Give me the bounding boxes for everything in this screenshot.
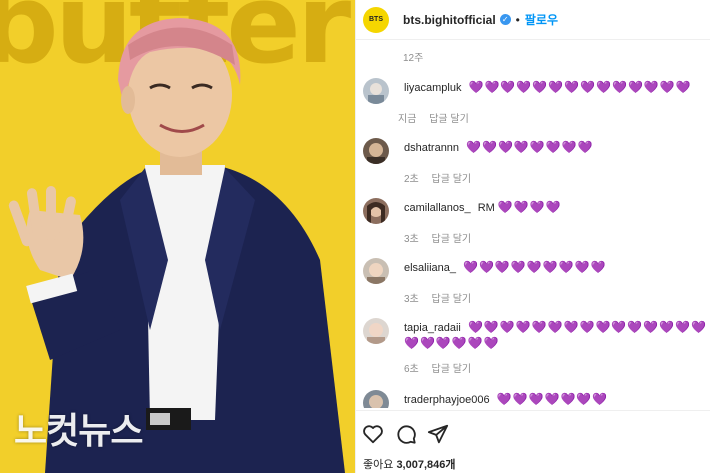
comment-meta: 3초 답글 달기 [404, 290, 481, 305]
comment-username[interactable]: elsaliiana_ [404, 262, 456, 274]
comment-username[interactable]: liyacampluk [404, 82, 461, 94]
profile-avatar[interactable]: BTS [363, 6, 389, 33]
verified-badge-icon: ✓ [499, 14, 511, 25]
avatar[interactable] [363, 258, 389, 284]
purple-heart-emojis: 💜💜💜💜💜💜💜💜 [466, 140, 594, 154]
comment-body: liyacampluk 💜💜💜💜💜💜💜💜💜💜💜💜💜💜 [404, 80, 709, 96]
reply-button[interactable]: 답글 달기 [432, 174, 472, 185]
comment-username[interactable]: tapia_radaii [404, 322, 461, 334]
post-header: BTS bts.bighitofficial ✓ • 팔로우 [356, 0, 710, 40]
likes-number: 3,007,846개 [396, 459, 456, 471]
purple-heart-emojis: 💜💜💜💜💜💜💜💜💜💜💜💜💜💜 [468, 80, 692, 94]
post-photo: butter [0, 0, 355, 473]
heart-outline-icon[interactable] [362, 423, 384, 445]
reply-button[interactable]: 답글 달기 [432, 294, 472, 305]
comment-username[interactable]: dshatrannn [404, 142, 459, 154]
purple-heart-emojis: 💜💜💜💜💜💜💜 [496, 392, 609, 406]
comment-list[interactable]: liyacampluk 💜💜💜💜💜💜💜💜💜💜💜💜💜💜 지금 답글 달기 dsha… [356, 72, 710, 408]
logo-text: BTS [369, 16, 383, 23]
comment-username[interactable]: camilallanos_ [404, 202, 471, 214]
comment-body: traderphayjoe006 💜💜💜💜💜💜💜 [404, 392, 709, 408]
comment-time: 3초 [404, 294, 419, 305]
header-username[interactable]: bts.bighitofficial [403, 13, 496, 27]
likes-label: 좋아요 [363, 459, 394, 471]
avatar[interactable] [363, 318, 389, 344]
comment-body: tapia_radaii 💜💜💜💜💜💜💜💜💜💜💜💜💜💜💜💜💜💜💜💜💜 [404, 320, 709, 352]
separator-dot: • [515, 12, 520, 27]
avatar[interactable] [363, 138, 389, 164]
comment-time: 3초 [404, 234, 419, 245]
comment-panel: BTS bts.bighitofficial ✓ • 팔로우 12주 liyac… [355, 0, 710, 473]
comment-meta: 지금 답글 달기 [398, 110, 479, 125]
comment-text: RM [477, 202, 495, 214]
comment-body: elsaliiana_ 💜💜💜💜💜💜💜💜💜 [404, 260, 709, 276]
reply-button[interactable]: 답글 달기 [432, 234, 472, 245]
follow-button[interactable]: 팔로우 [525, 11, 558, 28]
avatar[interactable] [363, 198, 389, 224]
post-actions: 좋아요 3,007,846개 [356, 410, 710, 473]
comment-username[interactable]: traderphayjoe006 [404, 394, 490, 406]
comment-meta: 6초 답글 달기 [404, 360, 481, 375]
avatar[interactable] [363, 78, 389, 104]
comment-time: 6초 [404, 364, 419, 375]
purple-heart-emojis: 💜💜💜💜 [497, 200, 562, 214]
comment-body: camilallanos_ RM 💜💜💜💜 [404, 200, 709, 216]
share-icon[interactable] [427, 423, 449, 445]
like-count[interactable]: 좋아요 3,007,846개 [363, 456, 456, 472]
instagram-post-viewer: butter [0, 0, 710, 473]
comment-body: dshatrannn 💜💜💜💜💜💜💜💜 [404, 140, 709, 156]
watermark-text: 노컷뉴스 [14, 411, 143, 452]
comment-meta: 3초 답글 달기 [404, 230, 481, 245]
comment-time: 지금 [398, 114, 417, 125]
post-time: 12주 [403, 53, 424, 64]
comment-time: 2초 [404, 174, 419, 185]
comment-icon[interactable] [395, 423, 417, 445]
comment-meta: 2초 답글 달기 [404, 170, 481, 185]
reply-button[interactable]: 답글 달기 [429, 114, 469, 125]
purple-heart-emojis: 💜💜💜💜💜💜💜💜💜 [463, 260, 607, 274]
avatar[interactable] [363, 390, 389, 408]
reply-button[interactable]: 답글 달기 [432, 364, 472, 375]
